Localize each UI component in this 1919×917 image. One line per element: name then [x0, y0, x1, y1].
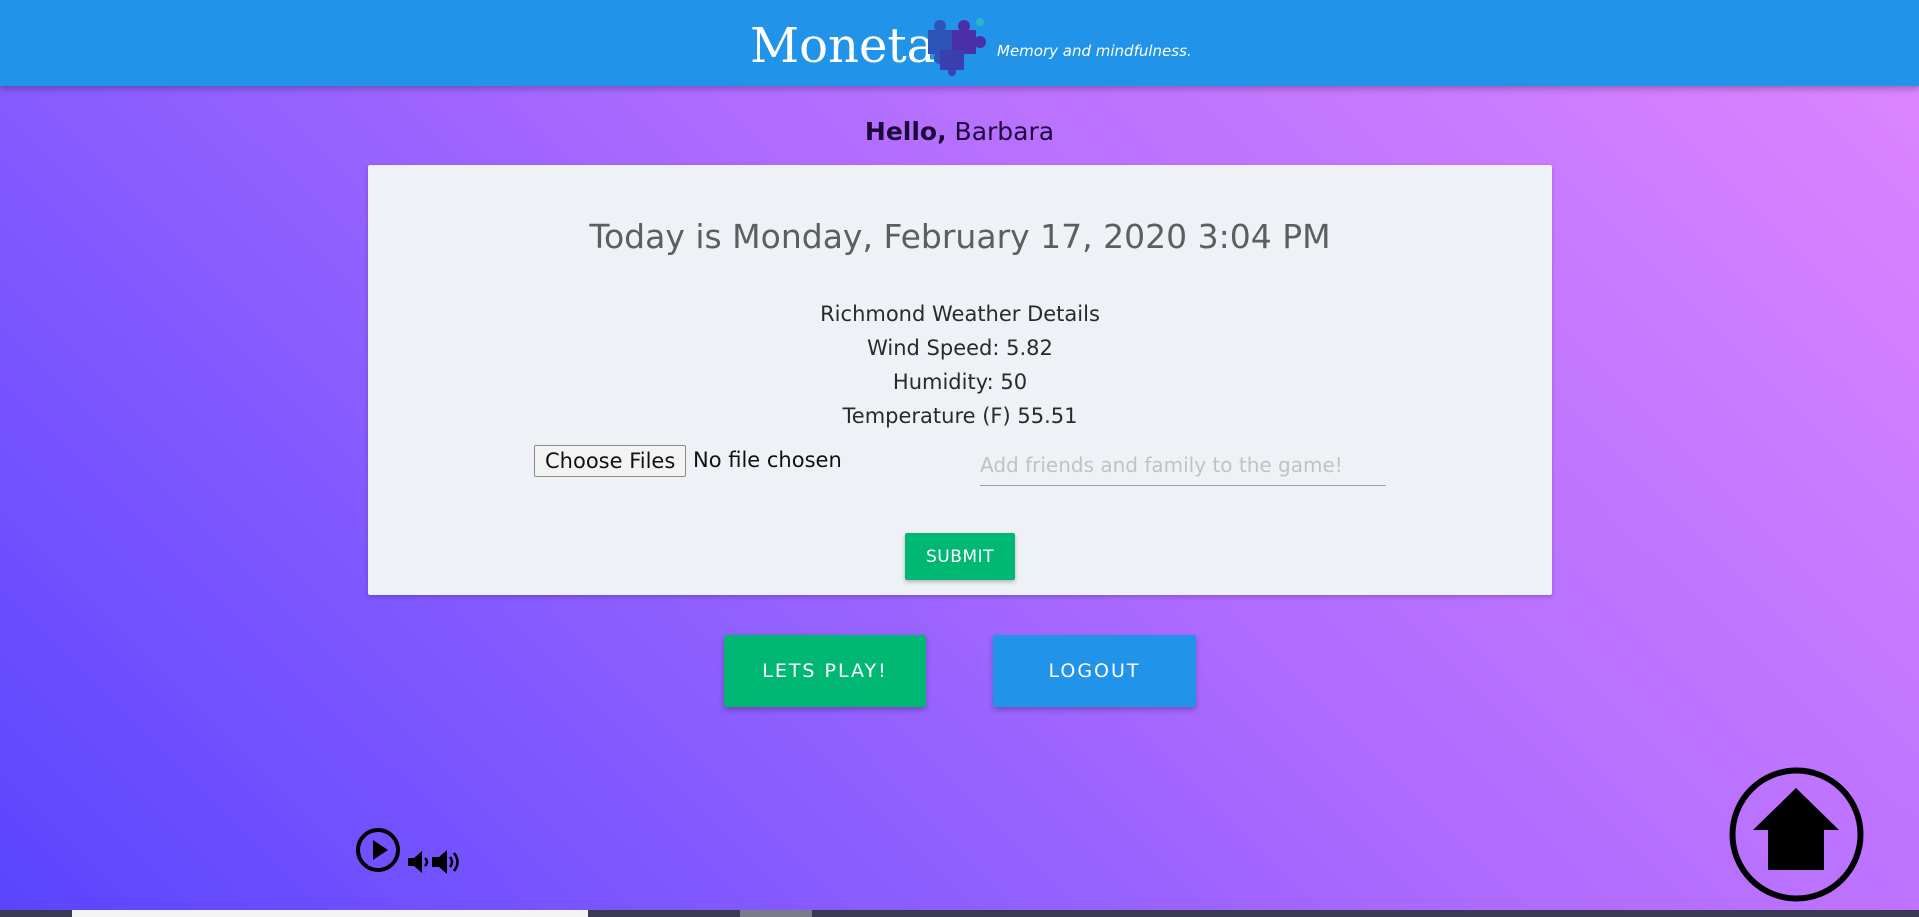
play-circle-icon[interactable] [354, 826, 402, 874]
add-friends-input[interactable] [980, 445, 1386, 486]
weather-humidity: Humidity: 50 [892, 370, 1028, 394]
choose-files-button[interactable]: Choose Files [534, 445, 687, 477]
puzzle-pieces-icon [928, 18, 986, 76]
greeting-hello: Hello, [864, 117, 947, 146]
user-name: Barbara [954, 117, 1055, 146]
lets-play-button[interactable]: LETS PLAY! [724, 635, 926, 707]
weather-details: Richmond Weather Details Wind Speed: 5.8… [368, 297, 1552, 433]
volume-down-icon[interactable] [408, 850, 430, 874]
weather-title: Richmond Weather Details [820, 302, 1100, 326]
logout-button[interactable]: LOGOUT [993, 635, 1196, 707]
weather-temperature: Temperature (F) 55.51 [842, 404, 1078, 428]
brand-title[interactable]: Moneta [750, 18, 935, 74]
submit-button[interactable]: SUBMIT [905, 533, 1015, 580]
brand-tagline: Memory and mindfulness. [997, 42, 1192, 60]
greeting: Hello, Barbara [0, 117, 1919, 146]
progress-bar [0, 910, 1919, 917]
progress-segment [72, 910, 588, 917]
audio-controls [354, 826, 464, 878]
top-navbar: Moneta Memory and mindfulness. [0, 0, 1919, 86]
weather-wind-speed: Wind Speed: 5.82 [867, 336, 1053, 360]
volume-up-icon[interactable] [432, 848, 462, 876]
info-card: Today is Monday, February 17, 2020 3:04 … [368, 165, 1552, 595]
current-date-time: Today is Monday, February 17, 2020 3:04 … [589, 217, 1331, 256]
home-icon[interactable] [1728, 766, 1865, 903]
progress-segment [740, 910, 812, 917]
file-status-text: No file chosen [693, 448, 842, 472]
